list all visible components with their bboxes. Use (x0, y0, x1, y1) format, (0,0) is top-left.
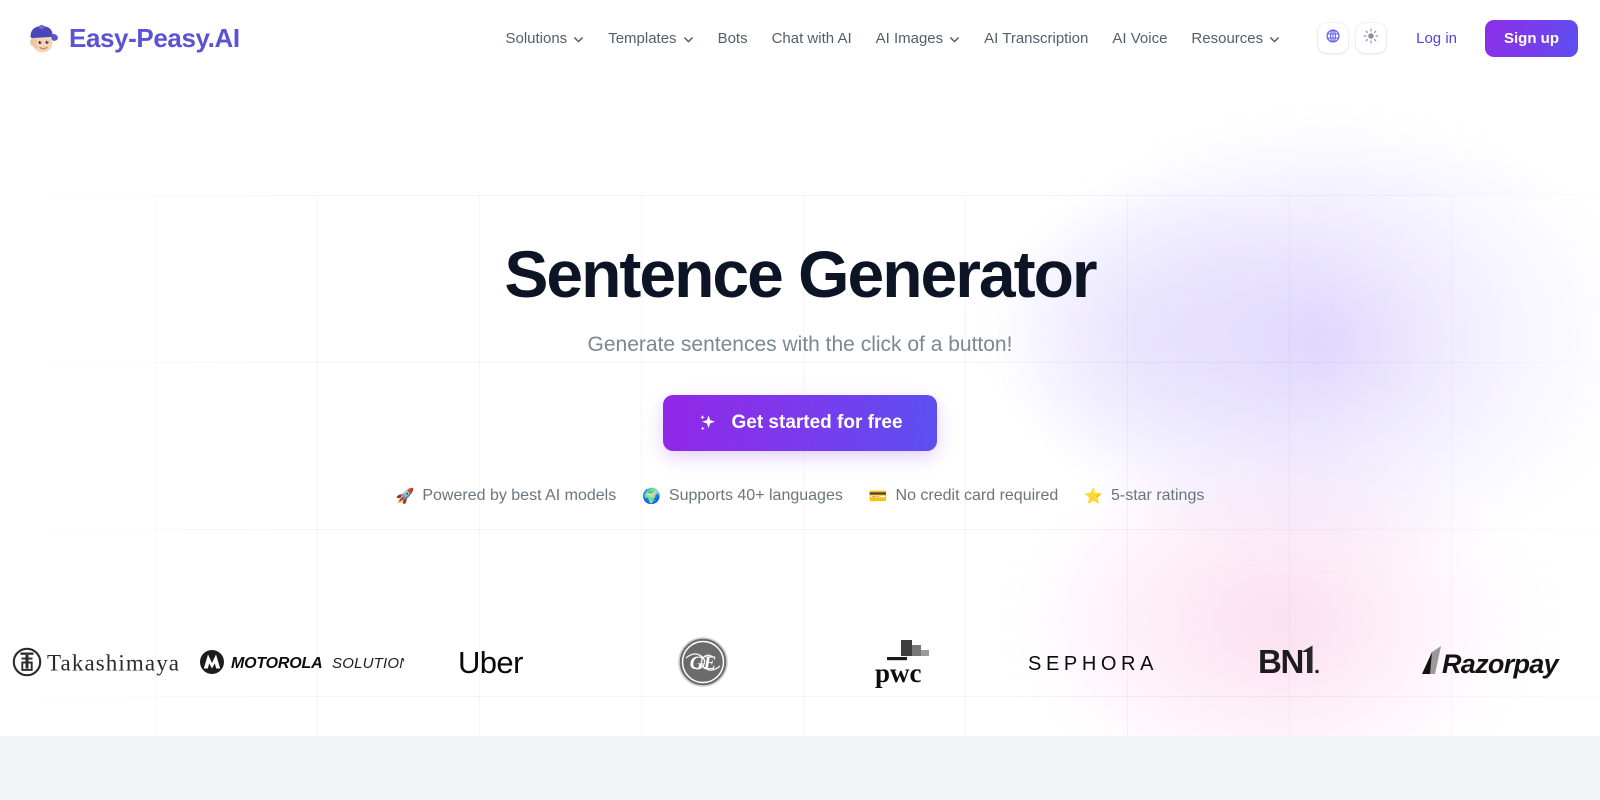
mascot-boy-cap-icon (22, 19, 60, 57)
nav-item-ai-images[interactable]: AI Images (864, 22, 973, 55)
nav-label: AI Voice (1112, 29, 1168, 47)
site-header: Easy-Peasy.AI Solutions Templates Bots C… (0, 0, 1600, 76)
nav-label: AI Images (875, 29, 944, 47)
get-started-button-label: Get started for free (731, 412, 903, 434)
brand-name: Easy-Peasy.AI (69, 22, 240, 53)
feature-badges: 🚀 Powered by best AI models 🌍 Supports 4… (396, 487, 1205, 505)
badge-label: 5-star ratings (1110, 487, 1205, 505)
credit-card-icon: 💳 (868, 487, 888, 505)
svg-text:SEPHORA: SEPHORA (1028, 653, 1158, 675)
svg-text:Razorpay: Razorpay (1442, 649, 1561, 679)
nav-label: Bots (717, 29, 748, 47)
svg-text:MOTOROLA: MOTOROLA (231, 655, 322, 672)
customer-logo-strip: Takashimaya MOTOROLA SOLUTIONS Uber (0, 624, 1600, 700)
badge-star-ratings: ⭐ 5-star ratings (1084, 487, 1204, 505)
chevron-down-icon (683, 34, 694, 45)
page-subtitle: Generate sentences with the click of a b… (587, 333, 1013, 357)
logo-uber: Uber (404, 624, 603, 700)
chevron-down-icon (573, 34, 584, 45)
logo-motorola-solutions: MOTOROLA SOLUTIONS (199, 624, 404, 700)
star-icon: ⭐ (1084, 487, 1103, 505)
logo-bni: BN (1201, 624, 1400, 700)
svg-text:BN: BN (1258, 643, 1303, 680)
nav-item-templates[interactable]: Templates (596, 22, 705, 55)
nav-item-ai-transcription[interactable]: AI Transcription (972, 22, 1100, 55)
badge-label: No credit card required (895, 487, 1059, 505)
svg-text:SOLUTIONS: SOLUTIONS (332, 655, 404, 672)
logo-takashimaya: Takashimaya (0, 624, 199, 700)
signup-button[interactable]: Sign up (1485, 19, 1578, 57)
nav-label: Solutions (505, 29, 568, 47)
badge-languages: 🌍 Supports 40+ languages (642, 487, 843, 505)
takashimaya-logo: Takashimaya (10, 645, 190, 679)
badge-no-credit-card: 💳 No credit card required (869, 487, 1058, 505)
globe-earth-icon: 🌍 (642, 487, 661, 505)
logo-general-electric: GE (604, 624, 803, 700)
nav-item-solutions[interactable]: Solutions (493, 22, 596, 55)
page-root: Easy-Peasy.AI Solutions Templates Bots C… (0, 0, 1600, 800)
motorola-solutions-logo: MOTOROLA SOLUTIONS (199, 647, 404, 677)
page-title: Sentence Generator (504, 237, 1097, 311)
svg-text:Takashimaya: Takashimaya (47, 651, 180, 676)
bni-logo: BN (1257, 643, 1345, 681)
nav-item-bots[interactable]: Bots (706, 22, 760, 55)
svg-text:GE: GE (690, 653, 716, 674)
header-actions: Log in Sign up (1318, 19, 1578, 57)
general-electric-logo: GE (677, 636, 729, 688)
sephora-logo: SEPHORA (1026, 647, 1178, 677)
theme-toggle-button[interactable] (1356, 23, 1387, 53)
nav-label: Resources (1191, 29, 1264, 47)
pwc-logo: pwc (865, 634, 939, 690)
uber-logo: Uber (456, 644, 552, 680)
nav-label: Templates (608, 29, 677, 47)
sun-icon (1363, 28, 1379, 49)
logo-sephora: SEPHORA (1002, 624, 1201, 700)
chevron-down-icon (949, 34, 960, 45)
badge-label: Powered by best AI models (422, 487, 617, 505)
svg-text:Uber: Uber (458, 645, 523, 680)
sparkle-icon (697, 413, 718, 434)
nav-label: Chat with AI (771, 29, 852, 47)
nav-label: AI Transcription (984, 29, 1089, 47)
background-glow-violet (900, 120, 1420, 540)
svg-text:pwc: pwc (875, 658, 922, 688)
badge-powered-by-ai: 🚀 Powered by best AI models (396, 487, 617, 505)
nav-item-ai-voice[interactable]: AI Voice (1100, 22, 1179, 55)
rocket-icon: 🚀 (395, 487, 415, 505)
globe-icon (1325, 28, 1341, 49)
chevron-down-icon (1269, 34, 1280, 45)
nav-item-resources[interactable]: Resources (1179, 22, 1292, 55)
logo-pwc: pwc (803, 624, 1002, 700)
nav-item-chat-with-ai[interactable]: Chat with AI (760, 22, 864, 55)
logo-razorpay: Razorpay (1401, 624, 1600, 700)
get-started-button[interactable]: Get started for free (663, 395, 937, 452)
main-nav: Solutions Templates Bots Chat with AI AI… (493, 22, 1292, 55)
razorpay-logo: Razorpay (1412, 644, 1588, 680)
login-link[interactable]: Log in (1404, 22, 1469, 55)
brand-logo[interactable]: Easy-Peasy.AI (22, 19, 240, 57)
badge-label: Supports 40+ languages (668, 487, 843, 505)
language-switcher-button[interactable] (1318, 23, 1349, 53)
footer-band (0, 736, 1600, 800)
